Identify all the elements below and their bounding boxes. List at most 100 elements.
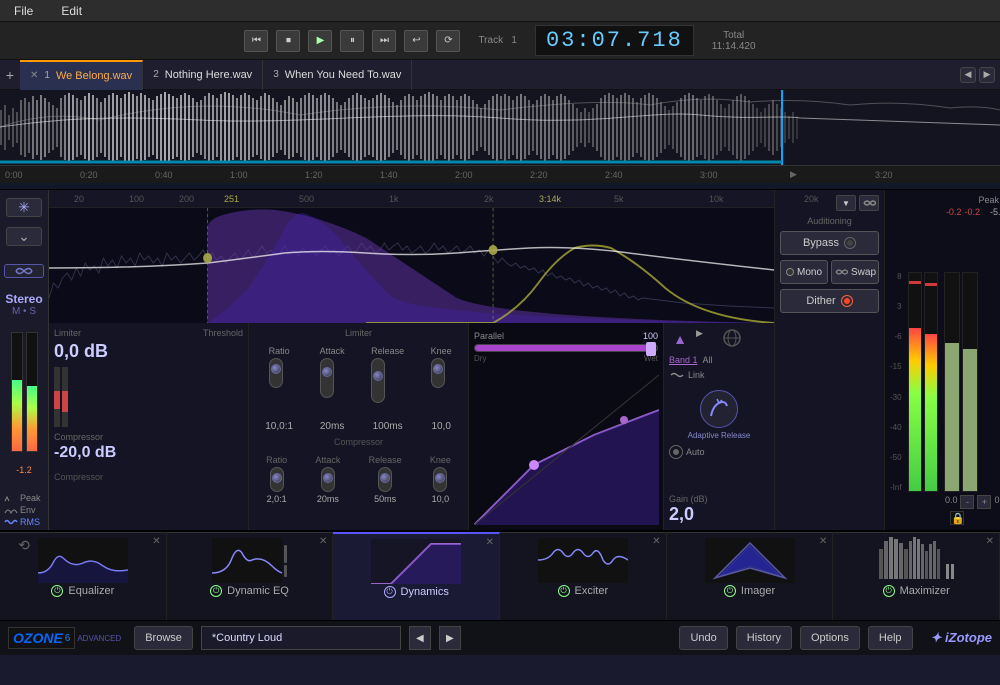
nav-right-btn[interactable]: ▶: [979, 67, 995, 83]
track-tab-2[interactable]: 2 Nothing Here.wav: [143, 60, 263, 90]
transport-skip-fwd[interactable]: ⏭: [372, 30, 396, 52]
transport-stop[interactable]: ⏹: [276, 30, 300, 52]
ratio-1-slider[interactable]: [269, 358, 283, 388]
nav-left-btn[interactable]: ◀: [960, 67, 976, 83]
comp-graph-svg: [474, 375, 659, 525]
meters-section: Peak RMS -0.2 -0.2 -5.4 -4.8 8 3 -6 -15 …: [884, 190, 1000, 530]
swap-btn[interactable]: Swap: [831, 260, 879, 284]
close-exciter[interactable]: ✕: [652, 536, 660, 547]
dither-btn[interactable]: Dither: [780, 289, 879, 313]
threshold-label: Threshold: [203, 328, 243, 338]
dynamic-eq-power[interactable]: ⏻: [210, 585, 222, 597]
mono-indicator: [786, 268, 794, 276]
meter-bars-area: 8 3 -6 -15 -30 -40 -50 -Inf: [890, 220, 1000, 492]
transport-pause[interactable]: ⏸: [340, 30, 364, 52]
close-tab-1[interactable]: ✕: [30, 70, 38, 81]
release-2-slider[interactable]: [378, 467, 392, 492]
tool-snowflake[interactable]: ✳: [6, 198, 42, 217]
knee-2-slider[interactable]: [433, 467, 447, 492]
transport-return[interactable]: ⟳: [436, 30, 460, 52]
preset-prev-btn[interactable]: ◀: [409, 626, 431, 650]
auto-label: Auto: [686, 447, 705, 457]
parallel-slider[interactable]: [474, 344, 658, 352]
undo-btn[interactable]: Undo: [679, 626, 727, 650]
ratio-1-label: Ratio: [269, 346, 290, 356]
dropdown-btn[interactable]: ▼: [836, 195, 856, 211]
eq-curve-area[interactable]: [49, 208, 774, 323]
transport-play[interactable]: ▶: [308, 30, 332, 52]
track-tab-3[interactable]: 3 When You Need To.wav: [263, 60, 412, 90]
module-equalizer[interactable]: ✕ ⏻ Equalizer: [0, 532, 167, 620]
knee-1-slider[interactable]: [431, 358, 445, 388]
vu-value: -1.2: [16, 465, 32, 475]
equalizer-power[interactable]: ⏻: [51, 585, 63, 597]
ratio-2-value: 2,0:1: [267, 494, 287, 504]
detect-rms[interactable]: RMS: [4, 517, 44, 527]
knee-1-value: 10,0: [431, 421, 450, 432]
tool-arrow[interactable]: ⌄: [6, 227, 42, 246]
comp1-knobs: Limiter Ratio 10,0:1: [249, 323, 469, 530]
close-dynamics[interactable]: ✕: [486, 537, 494, 548]
options-btn[interactable]: Options: [800, 626, 860, 650]
meter-minus-btn[interactable]: -: [960, 495, 974, 509]
bypass-icon: [844, 237, 856, 249]
play-icon[interactable]: ▶: [696, 328, 718, 350]
bypass-btn[interactable]: Bypass: [780, 231, 879, 255]
ozone-logo: OZONE 6: [8, 627, 75, 649]
menu-file[interactable]: File: [8, 2, 39, 20]
module-maximizer[interactable]: ✕ ⏻ Maximizer: [833, 532, 1000, 620]
preset-next-btn[interactable]: ▶: [439, 626, 461, 650]
module-dynamic-eq[interactable]: ✕ ⏻ Dynamic EQ: [167, 532, 334, 620]
close-maximizer[interactable]: ✕: [986, 536, 994, 547]
exciter-power[interactable]: ⏻: [558, 585, 570, 597]
waveform-area[interactable]: 0:00 0:20 0:40 1:00 1:20 1:40 2:00 2:20 …: [0, 90, 1000, 190]
browse-btn[interactable]: Browse: [134, 626, 193, 650]
attack-2-slider[interactable]: [321, 467, 335, 492]
dynamics-power[interactable]: ⏻: [384, 586, 396, 598]
module-imager[interactable]: ✕ ⏻ Imager: [667, 532, 834, 620]
preset-name-display: *Country Loud: [201, 626, 401, 650]
track-2-name: Nothing Here.wav: [165, 69, 252, 81]
parallel-thumb[interactable]: [646, 342, 656, 356]
close-equalizer[interactable]: ✕: [152, 536, 160, 547]
db-scale: 8 3 -6 -15 -30 -40 -50 -Inf: [890, 272, 905, 492]
link-btn-2[interactable]: [859, 195, 879, 211]
stereo-link-icon[interactable]: [4, 264, 44, 278]
band-gain-section: ▲ ▶ Band 1 All Link: [664, 323, 774, 530]
track-tab-1[interactable]: ✕ 1 We Belong.wav: [20, 60, 143, 90]
meter-lock-l[interactable]: 🔒: [950, 511, 964, 525]
stereo-label: Stereo: [5, 292, 42, 306]
dynamics-label: Dynamics: [401, 586, 449, 598]
adaptive-release-btn[interactable]: [700, 390, 738, 428]
transport-skip-back[interactable]: ⏮: [244, 30, 268, 52]
close-dynamic-eq[interactable]: ✕: [319, 536, 327, 547]
transport-loop[interactable]: ↩: [404, 30, 428, 52]
release-1-slider[interactable]: [371, 358, 385, 403]
meter-plus-btn[interactable]: +: [977, 495, 991, 509]
left-controls: ✳ ⌄ Stereo M • S -1.2 Peak: [0, 190, 49, 530]
vu-left: [11, 332, 23, 452]
mono-btn[interactable]: Mono: [780, 260, 828, 284]
imager-power[interactable]: ⏻: [724, 585, 736, 597]
globe-icon[interactable]: [723, 329, 741, 349]
detect-peak[interactable]: Peak: [4, 493, 44, 503]
link-control[interactable]: Link: [669, 370, 769, 380]
module-exciter[interactable]: ✕ ⏻ Exciter: [500, 532, 667, 620]
ratio-2-label: Ratio: [266, 455, 287, 465]
imager-icon-area: [705, 538, 795, 583]
maximizer-power[interactable]: ⏻: [883, 585, 895, 597]
close-imager[interactable]: ✕: [819, 536, 827, 547]
module-dynamics[interactable]: ✕ ⏻ Dynamics: [333, 532, 500, 620]
help-btn[interactable]: Help: [868, 626, 913, 650]
detect-env[interactable]: Env: [4, 505, 44, 515]
auto-indicator[interactable]: [669, 445, 683, 459]
band-icon[interactable]: ▲: [669, 328, 691, 350]
attack-1-slider[interactable]: [320, 358, 334, 398]
add-track-btn[interactable]: +: [0, 65, 20, 85]
history-btn[interactable]: History: [736, 626, 792, 650]
stereo-mode[interactable]: Stereo M • S: [5, 292, 42, 317]
dynamics-controls: Limiter Threshold 0,0 dB Comp: [49, 323, 774, 530]
ratio-2-slider[interactable]: [270, 467, 284, 492]
menu-edit[interactable]: Edit: [55, 2, 88, 20]
rms-l-top: -5.4: [990, 207, 1000, 217]
